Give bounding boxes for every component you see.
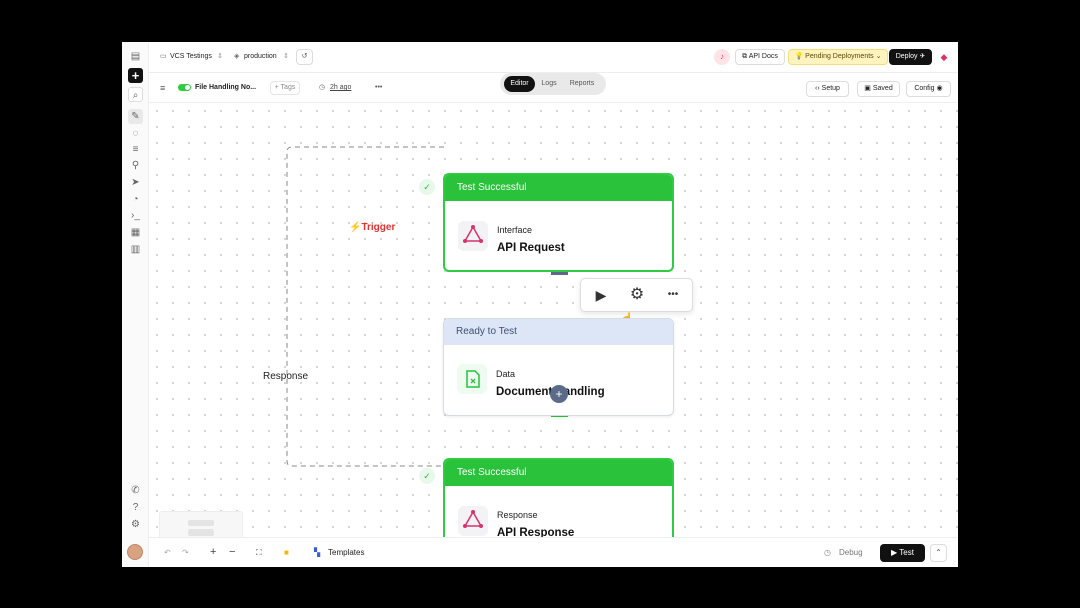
fit-view-icon[interactable]: ⛶ [256, 547, 262, 559]
response-loop-connector [286, 146, 444, 467]
redo-icon[interactable]: ↷ [182, 547, 189, 559]
templates-icon[interactable]: ▚ [314, 547, 320, 559]
grid-icon[interactable]: ▦ [128, 225, 143, 240]
active-toggle[interactable] [178, 84, 191, 91]
test-button[interactable]: ▶ Test [880, 544, 925, 562]
brand-logo-icon: ◆ [940, 52, 948, 62]
minimap-node [188, 520, 214, 526]
eye-icon: ◉ [936, 85, 943, 92]
undo-icon[interactable]: ↶ [164, 547, 171, 559]
sticky-note-icon[interactable]: ■ [284, 547, 289, 559]
deploy-button[interactable]: Deploy ✈ [889, 49, 932, 65]
folder-icon: ▭ [160, 53, 167, 60]
link-icon[interactable]: ⚲ [128, 158, 143, 173]
workflow-icon[interactable]: ✎ [128, 109, 143, 124]
zoom-out-icon[interactable]: − [229, 546, 235, 558]
zoom-in-icon[interactable]: + [210, 546, 216, 558]
saved-label: Saved [872, 85, 893, 92]
left-sidebar: ▤ + ⌕ ✎ ◌ ≡ ⚲ ➤ ◔ ›_ ▦ ▥ ✆ ? ⚙ [122, 42, 149, 567]
more-options-icon[interactable]: ••• [375, 83, 382, 93]
send-icon[interactable]: ➤ [128, 175, 143, 190]
view-tabs: Editor Logs Reports [500, 73, 606, 95]
node-title: API Request [497, 242, 565, 254]
node-status: Test Successful [445, 175, 672, 201]
app-window: ▤ + ⌕ ✎ ◌ ≡ ⚲ ➤ ◔ ›_ ▦ ▥ ✆ ? ⚙ ▭ VCS Tes… [122, 42, 958, 567]
clock-icon: ◷ [319, 84, 326, 91]
saved-button[interactable]: ▣ Saved [857, 81, 900, 97]
project-selector[interactable]: VCS Testings [170, 52, 212, 62]
chart-icon[interactable]: ▥ [128, 242, 143, 257]
last-edited-time[interactable]: 2h ago [330, 83, 351, 93]
help-icon[interactable]: ? [128, 500, 143, 515]
node-action-toolbar: ▶ ⚙ ••• [580, 278, 693, 312]
deploy-label: Deploy [895, 53, 918, 60]
code-icon: ‹› [815, 85, 820, 92]
notification-bell-icon[interactable]: ♪ [714, 49, 730, 65]
config-button[interactable]: Config ◉ [906, 81, 951, 97]
menu-icon[interactable]: ≡ [160, 83, 165, 93]
node-status: Ready to Test [444, 319, 673, 345]
top-header: ▭ VCS Testings ⇕ ◈ production ⇕ ↺ ♪ ⧉ AP… [149, 42, 958, 73]
workflow-canvas[interactable]: ⚡Trigger Response ✓ ✓ Test Successful In… [149, 103, 958, 557]
node-category: Interface [497, 225, 533, 235]
panel-toggle-icon[interactable]: ▤ [128, 49, 143, 64]
search-icon[interactable]: ⌕ [128, 87, 143, 102]
chevron-down-icon: ⌄ [875, 53, 882, 60]
timer-icon[interactable]: ◔ [128, 192, 143, 207]
node-status: Test Successful [445, 460, 672, 486]
api-docs-button[interactable]: ⧉ API Docs [735, 49, 785, 65]
settings-icon[interactable]: ⚙ [128, 517, 143, 532]
bottom-toolbar: ↶ ↷ + − ⛶ ■ ▚ Templates ◷ Debug ▶ Test ⌃ [149, 537, 958, 567]
workflow-name[interactable]: File Handling No... [195, 83, 256, 93]
layers-icon: ◈ [234, 53, 240, 60]
node-category: Data [496, 369, 516, 379]
api-docs-label: API Docs [748, 53, 778, 60]
workflow-toolbar: ≡ File Handling No... + Tags ◷ 2h ago ••… [149, 73, 958, 103]
external-link-icon: ⧉ [742, 53, 748, 60]
node-settings-icon[interactable]: ⚙ [627, 285, 647, 305]
database-icon[interactable]: ≡ [128, 142, 143, 157]
debug-button[interactable]: Debug [839, 547, 863, 559]
test-label: Test [899, 548, 914, 557]
success-check-icon: ✓ [419, 468, 435, 484]
tab-logs[interactable]: Logs [538, 76, 560, 92]
avatar[interactable] [127, 544, 143, 560]
save-icon: ▣ [864, 85, 871, 92]
bulb-icon: 💡 [794, 53, 804, 60]
terminal-icon[interactable]: ›_ [128, 208, 143, 223]
response-edge-label: Response [263, 371, 309, 382]
add-step-button[interactable]: + [550, 385, 568, 403]
pending-deployments-label: Pending Deployments [805, 53, 874, 60]
config-label: Config [914, 85, 935, 92]
pending-deployments-button[interactable]: 💡 Pending Deployments ⌄ [788, 49, 888, 65]
success-check-icon: ✓ [419, 179, 435, 195]
graphql-icon [458, 506, 488, 536]
phone-icon[interactable]: ✆ [128, 483, 143, 498]
chevron-updown-icon[interactable]: ⇕ [283, 52, 289, 62]
setup-button[interactable]: ‹› Setup [806, 81, 849, 97]
node-more-icon[interactable]: ••• [663, 286, 683, 304]
toggle-knob [185, 85, 190, 90]
setup-label: Setup [821, 85, 840, 92]
tab-reports[interactable]: Reports [564, 76, 600, 92]
chat-icon[interactable]: ◌ [128, 126, 143, 141]
tab-editor[interactable]: Editor [504, 76, 535, 92]
run-node-icon[interactable]: ▶ [592, 286, 610, 304]
templates-button[interactable]: Templates [328, 547, 364, 559]
node-category: Response [497, 510, 538, 520]
environment-selector[interactable]: production [244, 52, 277, 62]
debug-icon: ◷ [824, 548, 831, 557]
graphql-icon [458, 221, 488, 251]
chevron-updown-icon[interactable]: ⇕ [217, 52, 223, 62]
create-new-button[interactable]: + [128, 68, 143, 83]
document-icon [457, 364, 487, 394]
play-icon: ▶ [891, 548, 898, 557]
send-icon: ✈ [919, 53, 926, 60]
add-tags-button[interactable]: + Tags [270, 81, 300, 95]
expand-panel-icon[interactable]: ⌃ [930, 544, 947, 562]
trigger-label: ⚡Trigger [349, 222, 396, 233]
node-api-request[interactable]: Test Successful Interface API Request [443, 173, 674, 272]
minimap-node [188, 530, 214, 536]
history-icon[interactable]: ↺ [296, 49, 313, 65]
